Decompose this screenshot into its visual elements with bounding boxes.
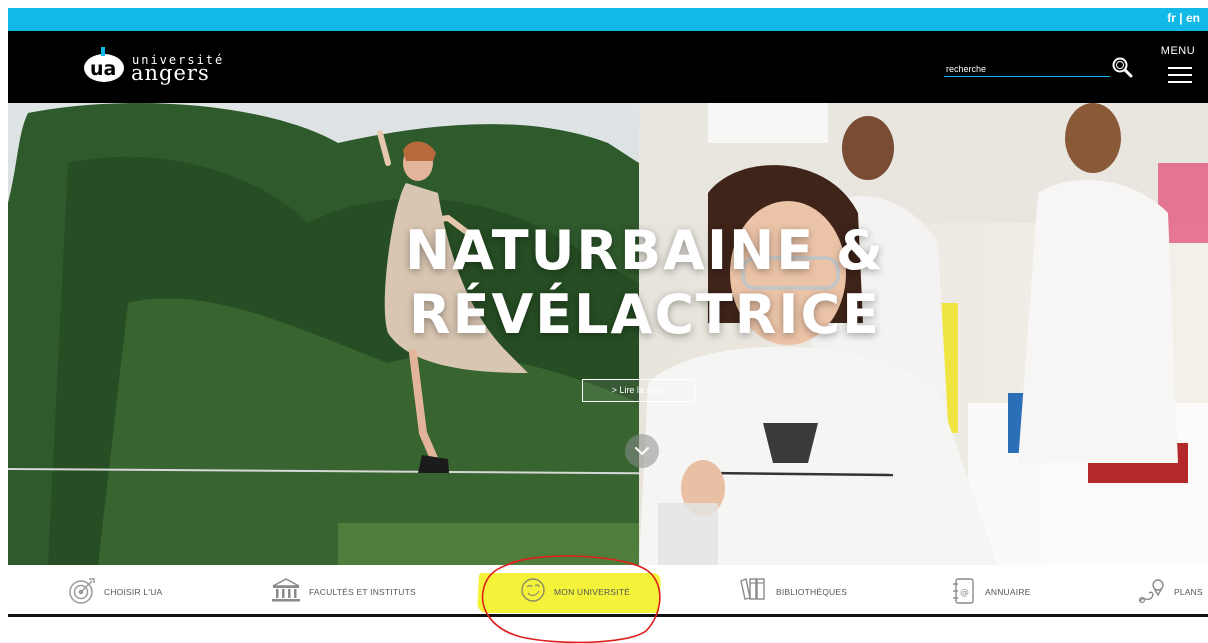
site-header: ua université angers MENU xyxy=(8,31,1208,103)
hero-title-line-1: NATURBAINE & xyxy=(404,219,886,282)
hero-banner: NATURBAINE & RÉVÉLACTRICE > Lire la suit… xyxy=(8,103,1208,565)
language-bar: fr | en xyxy=(8,8,1208,31)
hero-title-line-2: RÉVÉLACTRICE xyxy=(408,283,881,346)
quick-nav-item-mon-universite[interactable]: MON UNIVERSITÉ xyxy=(520,565,650,615)
quick-nav-bar: CHOISIR L'UA FACULTÉS ET INSTITUTS MON U… xyxy=(8,565,1208,617)
contact-book-icon: @ xyxy=(953,578,974,604)
search-icon xyxy=(1112,57,1133,78)
ua-logo-mark: ua xyxy=(84,47,124,82)
language-switcher: fr | en xyxy=(1167,11,1200,25)
quick-nav-label: BIBLIOTHÈQUES xyxy=(776,587,848,597)
svg-text:ua: ua xyxy=(90,58,116,80)
scroll-down-button[interactable] xyxy=(625,434,659,468)
quick-nav-item-facultes[interactable]: FACULTÉS ET INSTITUTS xyxy=(271,565,421,615)
quick-nav-item-bibliotheques[interactable]: BIBLIOTHÈQUES xyxy=(739,565,859,615)
menu-button[interactable]: MENU xyxy=(1160,45,1196,89)
quick-nav-label: PLANS xyxy=(1174,587,1203,597)
quick-nav-item-plans[interactable]: PLANS xyxy=(1138,565,1208,615)
logo-text-main: angers xyxy=(131,61,210,85)
svg-text:@: @ xyxy=(960,588,969,598)
lang-en-link[interactable]: en xyxy=(1186,11,1200,25)
hero-title: NATURBAINE & RÉVÉLACTRICE xyxy=(8,219,1208,347)
lang-separator: | xyxy=(1179,11,1183,25)
quick-nav-label: ANNUAIRE xyxy=(985,587,1031,597)
quick-nav-item-choisir[interactable]: CHOISIR L'UA xyxy=(68,565,178,615)
quick-nav-label: CHOISIR L'UA xyxy=(104,587,163,597)
books-icon xyxy=(740,578,765,600)
search-input[interactable] xyxy=(944,60,1110,78)
smile-icon xyxy=(521,578,545,602)
chevron-down-icon xyxy=(635,447,649,456)
read-more-button[interactable]: > Lire la suite xyxy=(582,379,695,402)
quick-nav-label: FACULTÉS ET INSTITUTS xyxy=(309,587,416,597)
map-pin-icon xyxy=(1138,579,1164,604)
search-button[interactable] xyxy=(1110,55,1134,79)
search-box xyxy=(944,59,1110,78)
building-icon xyxy=(272,578,300,602)
hamburger-icon xyxy=(1168,67,1192,88)
lang-fr-link[interactable]: fr xyxy=(1167,11,1176,25)
target-icon xyxy=(69,578,95,604)
university-logo[interactable]: ua université angers xyxy=(82,43,232,91)
quick-nav-item-annuaire[interactable]: @ ANNUAIRE xyxy=(952,565,1052,615)
quick-nav-label: MON UNIVERSITÉ xyxy=(554,587,631,597)
menu-label: MENU xyxy=(1160,45,1196,57)
